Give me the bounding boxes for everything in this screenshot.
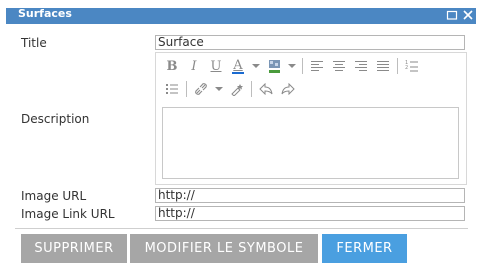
font-color-icon[interactable]: A	[230, 58, 246, 74]
toolbar-separator	[302, 58, 303, 74]
image-url-label: Image URL	[21, 189, 87, 203]
svg-text:2: 2	[405, 65, 408, 71]
image-link-url-label: Image Link URL	[21, 207, 115, 221]
description-label: Description	[21, 112, 90, 126]
italic-icon[interactable]: I	[186, 58, 202, 74]
font-color-letter: A	[233, 57, 243, 73]
underline-icon[interactable]: U	[208, 58, 224, 74]
editor-toolbar-row-1: B I U A 1 2	[164, 58, 426, 74]
highlight-dropdown-icon[interactable]	[288, 58, 296, 74]
align-justify-icon[interactable]	[375, 58, 391, 74]
window-title: Surfaces	[18, 7, 72, 20]
image-link-url-input[interactable]: http://	[155, 206, 465, 221]
highlight-color-icon[interactable]	[266, 58, 282, 74]
toolbar-separator	[251, 81, 252, 97]
align-right-icon[interactable]	[353, 58, 369, 74]
modify-symbol-button[interactable]: MODIFIER LE SYMBOLE	[130, 234, 318, 263]
undo-icon[interactable]	[258, 81, 274, 97]
bold-icon[interactable]: B	[164, 58, 180, 74]
title-input[interactable]: Surface	[155, 35, 465, 50]
numbered-list-icon[interactable]: 1 2	[404, 58, 420, 74]
font-color-swatch	[232, 71, 244, 74]
description-editor: B I U A 1 2	[155, 52, 467, 185]
bullet-list-icon[interactable]	[164, 81, 180, 97]
editor-toolbar-row-2	[164, 81, 302, 97]
image-url-input[interactable]: http://	[155, 188, 465, 203]
link-dropdown-icon[interactable]	[215, 81, 223, 97]
font-color-dropdown-icon[interactable]	[252, 58, 260, 74]
remove-formatting-icon[interactable]	[229, 81, 245, 97]
align-center-icon[interactable]	[331, 58, 347, 74]
redo-icon[interactable]	[280, 81, 296, 97]
link-icon[interactable]	[193, 81, 209, 97]
align-left-icon[interactable]	[309, 58, 325, 74]
close-button[interactable]: FERMER	[322, 234, 407, 263]
maximize-icon[interactable]	[446, 9, 458, 21]
footer-divider	[15, 228, 468, 229]
window-titlebar: Surfaces	[6, 8, 476, 24]
toolbar-separator	[186, 81, 187, 97]
title-label: Title	[21, 36, 47, 50]
close-icon[interactable]	[462, 9, 474, 21]
delete-button[interactable]: SUPPRIMER	[21, 234, 127, 263]
toolbar-separator	[397, 58, 398, 74]
description-textarea[interactable]	[162, 107, 459, 179]
